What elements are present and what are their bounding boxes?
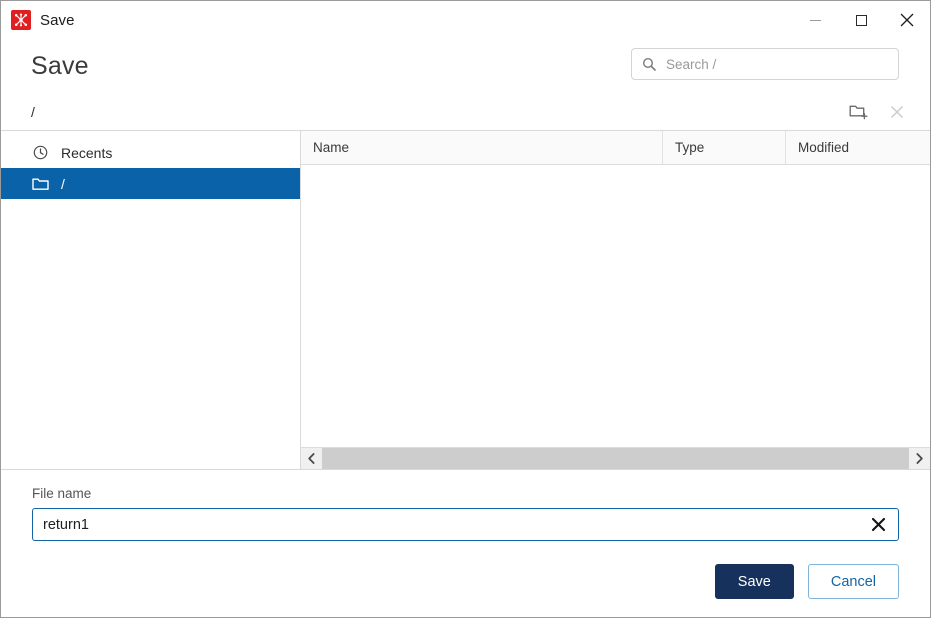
save-dialog-window: Save Save Search / / Recents / Name Type… xyxy=(0,0,931,618)
cancel-button[interactable]: Cancel xyxy=(807,564,899,599)
dialog-header: Save xyxy=(1,39,930,94)
dialog-actions: Save Cancel xyxy=(32,564,899,617)
search-input[interactable] xyxy=(666,56,888,72)
page-title: Save xyxy=(31,52,89,80)
sidebar-item-label: / xyxy=(61,175,65,192)
delete-icon xyxy=(882,98,912,126)
new-folder-icon[interactable] xyxy=(844,98,874,126)
chevron-left-icon[interactable] xyxy=(301,448,322,469)
window-controls xyxy=(792,1,930,39)
breadcrumb[interactable]: / xyxy=(31,104,35,120)
column-header-type[interactable]: Type xyxy=(663,131,786,164)
dialog-footer: File name Save Cancel xyxy=(1,469,930,617)
column-header-modified[interactable]: Modified xyxy=(786,131,930,164)
window-title: Save xyxy=(40,11,75,29)
chevron-right-icon[interactable] xyxy=(909,448,930,469)
breadcrumb-row: / xyxy=(1,94,930,130)
minimize-icon[interactable] xyxy=(792,1,838,39)
maximize-icon[interactable] xyxy=(838,1,884,39)
search-icon xyxy=(642,57,656,71)
folder-icon xyxy=(31,177,49,191)
close-icon[interactable] xyxy=(884,1,930,39)
breadcrumb-tools xyxy=(844,94,912,130)
horizontal-scrollbar[interactable] xyxy=(301,447,930,469)
places-sidebar: Recents / xyxy=(1,131,301,469)
column-header-name[interactable]: Name xyxy=(301,131,663,164)
file-name-field[interactable] xyxy=(32,508,899,541)
sidebar-item-label: Recents xyxy=(61,144,113,161)
sidebar-item-recents[interactable]: Recents xyxy=(1,137,300,168)
file-list-pane: Name Type Modified xyxy=(301,131,930,469)
network-graph-icon xyxy=(11,10,31,30)
sidebar-item-root[interactable]: / xyxy=(1,168,300,199)
save-button[interactable]: Save xyxy=(714,564,794,599)
clear-x-icon[interactable] xyxy=(866,513,890,537)
file-list-rows[interactable] xyxy=(301,165,930,447)
search-box[interactable] xyxy=(631,48,899,80)
dialog-body: Recents / Name Type Modified xyxy=(1,130,930,469)
scrollbar-thumb[interactable] xyxy=(322,448,909,469)
file-name-input[interactable] xyxy=(43,516,866,533)
scrollbar-track[interactable] xyxy=(322,448,909,469)
file-list-header: Name Type Modified xyxy=(301,131,930,165)
clock-icon xyxy=(31,145,49,160)
title-bar: Save xyxy=(1,1,930,39)
file-name-label: File name xyxy=(32,486,92,501)
